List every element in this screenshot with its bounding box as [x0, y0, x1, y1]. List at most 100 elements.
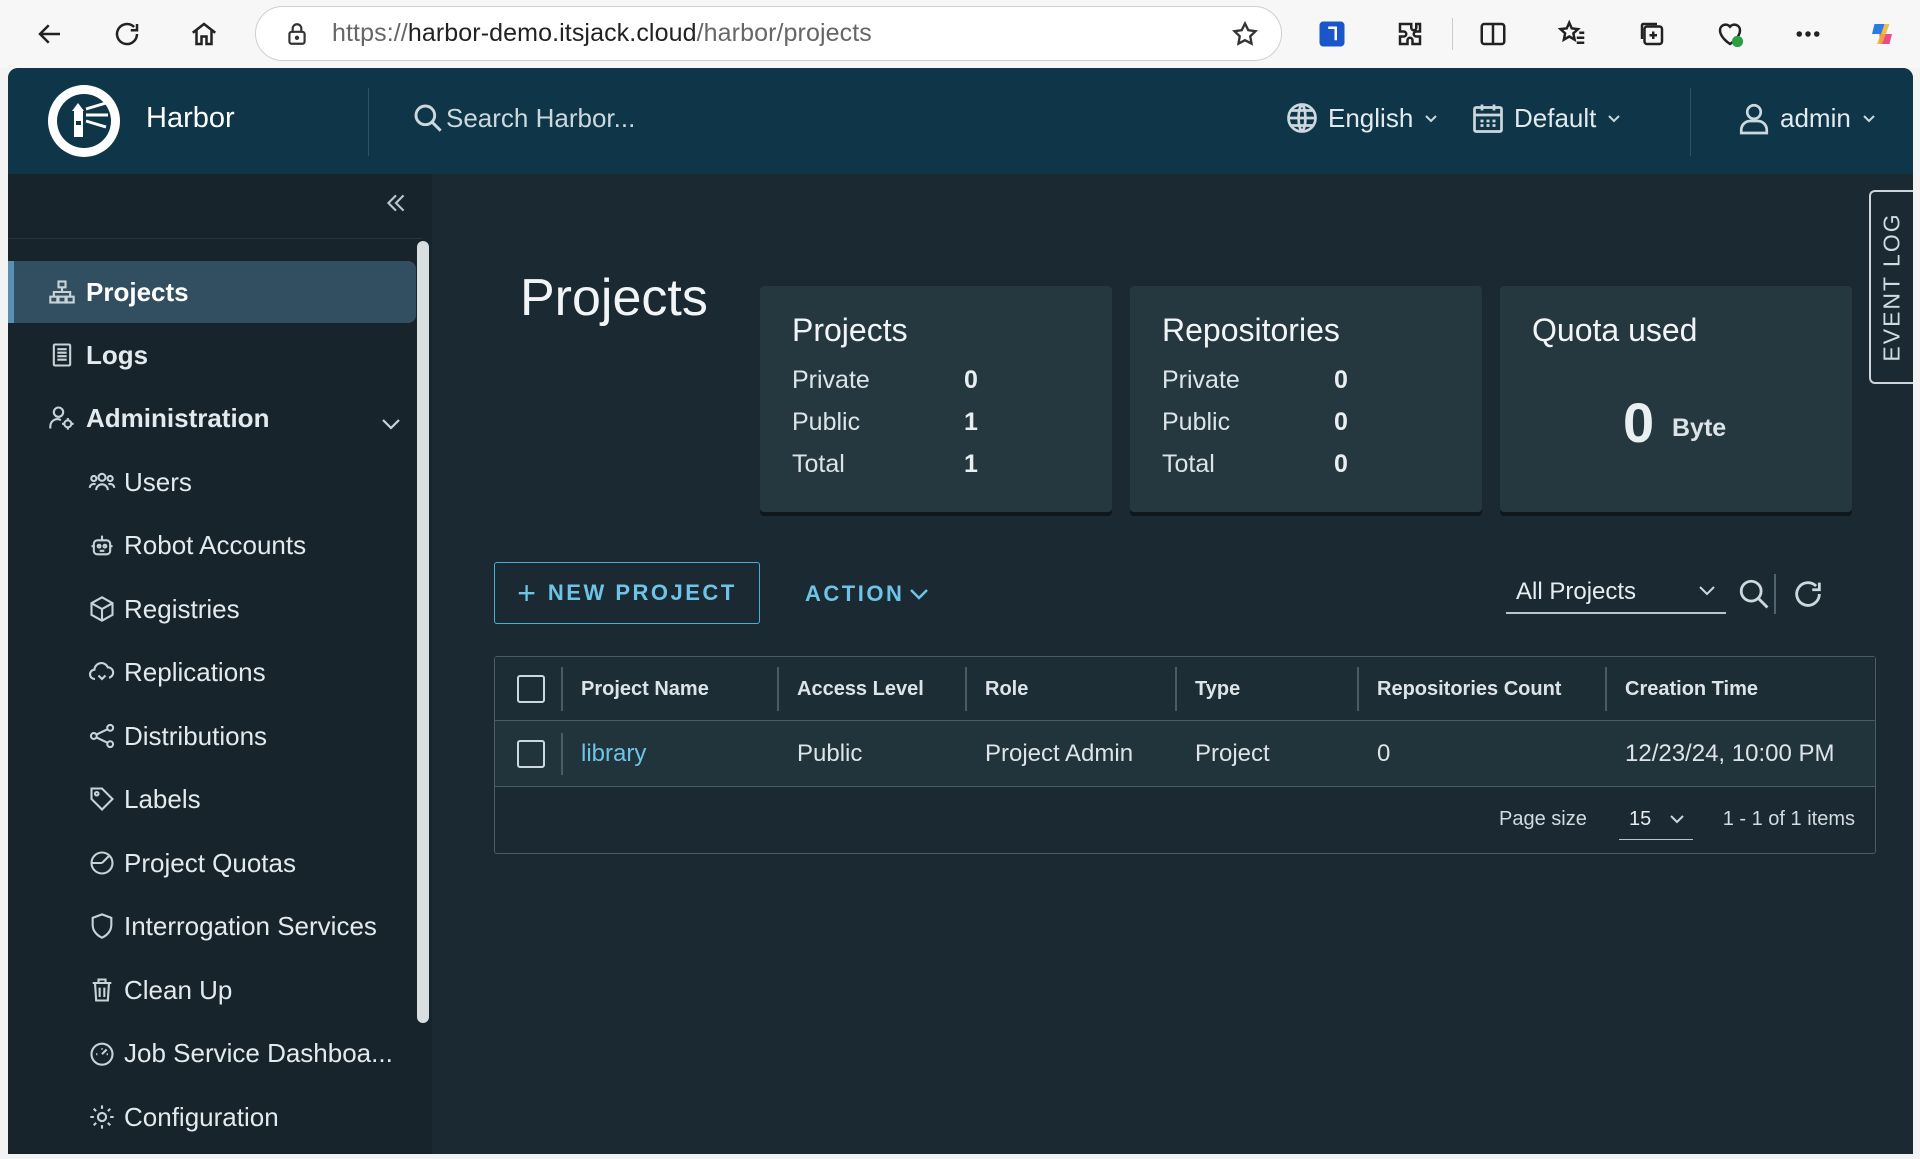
public-label: Public	[1162, 408, 1231, 436]
access-level-cell: Public	[797, 740, 863, 767]
search-input[interactable]: Search Harbor...	[446, 103, 635, 134]
card-title: Projects	[792, 312, 908, 348]
more-menu-icon[interactable]	[1788, 14, 1828, 54]
sidebar-scrollbar[interactable]	[417, 241, 429, 1023]
total-count: 0	[1334, 450, 1348, 478]
logs-icon	[52, 343, 72, 367]
dashboard-icon	[90, 1042, 114, 1066]
sidebar-item-users[interactable]: Users	[8, 451, 416, 513]
sidebar-item-distributions[interactable]: Distributions	[8, 705, 416, 767]
refresh-icon[interactable]	[1788, 574, 1828, 614]
column-header-project-name[interactable]: Project Name	[581, 657, 709, 721]
column-divider[interactable]	[1605, 667, 1607, 711]
sidebar-item-administration[interactable]: Administration	[8, 387, 416, 449]
sidebar-item-label: Logs	[86, 339, 149, 370]
chevron-down-icon	[1425, 115, 1437, 123]
replications-icon	[89, 662, 115, 681]
card-title: Quota used	[1532, 312, 1698, 348]
theme-selector[interactable]: Default	[1470, 100, 1622, 136]
sidebar-item-label: Project Quotas	[124, 847, 296, 878]
column-header-role[interactable]: Role	[985, 657, 1028, 721]
user-menu[interactable]: admin	[1736, 100, 1877, 136]
sidebar-item-label: Distributions	[124, 720, 268, 751]
favorite-star-icon[interactable]	[1231, 20, 1259, 48]
split-screen-icon[interactable]	[1473, 14, 1513, 54]
sidebar-item-label: Robot Accounts	[124, 529, 307, 560]
brand-name[interactable]: Harbor	[146, 102, 235, 135]
sidebar-item-logs[interactable]: Logs	[8, 324, 416, 386]
sidebar-item-job-service-dashboard[interactable]: Job Service Dashboa...	[8, 1022, 416, 1084]
header-divider	[1690, 88, 1691, 156]
language-selector[interactable]: English	[1284, 100, 1439, 136]
column-divider	[561, 733, 563, 775]
user-icon	[1739, 103, 1769, 135]
trash-icon	[92, 978, 112, 1002]
event-log-tab[interactable]: EVENT LOG	[1869, 190, 1913, 384]
private-label: Private	[1162, 366, 1240, 394]
toolbar-divider	[1774, 574, 1776, 614]
column-divider[interactable]	[777, 667, 779, 711]
extensions-icon[interactable]	[1390, 14, 1430, 54]
global-search[interactable]: Search Harbor...	[412, 102, 635, 134]
chevron-down-icon	[1608, 115, 1621, 123]
chevron-down-icon	[910, 589, 929, 600]
page-size-value: 15	[1629, 808, 1652, 830]
new-project-button[interactable]: + NEW PROJECT	[494, 562, 760, 624]
favorites-icon[interactable]	[1553, 14, 1593, 54]
robot-icon	[91, 535, 113, 556]
sidebar-item-labels[interactable]: Labels	[8, 768, 416, 830]
sidebar-item-label: Administration	[86, 402, 270, 433]
sidebar-item-registries[interactable]: Registries	[8, 578, 416, 640]
new-project-label: NEW PROJECT	[547, 580, 737, 605]
event-log-label: EVENT LOG	[1878, 212, 1905, 362]
sidebar-item-label: Interrogation Services	[124, 910, 377, 941]
extension-badge-icon[interactable]	[1312, 14, 1352, 54]
copilot-icon[interactable]	[1862, 14, 1902, 54]
column-header-access-level[interactable]: Access Level	[797, 657, 924, 721]
column-header-creation-time[interactable]: Creation Time	[1625, 657, 1758, 721]
page-size-select[interactable]: 15	[1619, 800, 1693, 840]
harbor-logo[interactable]	[48, 85, 120, 157]
column-header-repositories-count[interactable]: Repositories Count	[1377, 657, 1561, 721]
sidebar-item-label: Clean Up	[124, 974, 233, 1005]
sidebar-item-project-quotas[interactable]: Project Quotas	[8, 832, 416, 894]
sidebar-item-interrogation-services[interactable]: Interrogation Services	[8, 895, 416, 957]
sidebar-item-label: Job Service Dashboa...	[124, 1037, 393, 1068]
project-filter-select[interactable]: All Projects	[1506, 572, 1726, 614]
page-size-label: Page size	[1499, 808, 1587, 830]
select-all-checkbox[interactable]	[517, 675, 545, 703]
lock-icon[interactable]	[284, 21, 310, 47]
collapse-sidebar-icon[interactable]	[383, 190, 413, 220]
sidebar-item-label: Replications	[124, 656, 266, 687]
sidebar-item-configuration[interactable]: Configuration	[8, 1086, 416, 1148]
sidebar: Projects Logs Administration Users Robot…	[8, 174, 432, 1154]
sidebar-item-replications[interactable]: Replications	[8, 641, 416, 703]
address-bar[interactable]: https://harbor-demo.itsjack.cloud/harbor…	[255, 6, 1282, 61]
table-header: Project Name Access Level Role Type Repo…	[495, 657, 1875, 721]
theme-label: Default	[1514, 102, 1597, 133]
collections-icon[interactable]	[1632, 14, 1672, 54]
search-icon[interactable]	[1734, 574, 1774, 614]
back-icon[interactable]	[30, 14, 70, 54]
column-divider[interactable]	[1175, 667, 1177, 711]
browser-essentials-icon[interactable]	[1710, 14, 1750, 54]
sidebar-item-robot-accounts[interactable]: Robot Accounts	[8, 514, 416, 576]
sidebar-item-clean-up[interactable]: Clean Up	[8, 959, 416, 1021]
row-checkbox[interactable]	[517, 740, 545, 768]
action-dropdown[interactable]: ACTION	[805, 574, 930, 614]
project-name-link[interactable]: library	[581, 721, 646, 787]
quota-value: 0	[1623, 391, 1655, 454]
url-text[interactable]: https://harbor-demo.itsjack.cloud/harbor…	[332, 19, 872, 48]
page-title: Projects	[520, 269, 708, 327]
language-label: English	[1328, 102, 1414, 133]
column-divider	[561, 667, 563, 711]
column-header-type[interactable]: Type	[1195, 657, 1240, 721]
sidebar-item-projects[interactable]: Projects	[8, 261, 416, 323]
column-divider[interactable]	[1357, 667, 1359, 711]
home-icon[interactable]	[184, 14, 224, 54]
chevron-down-icon[interactable]	[380, 409, 402, 430]
registries-icon	[90, 596, 114, 622]
header-divider	[368, 88, 369, 156]
refresh-icon[interactable]	[107, 14, 147, 54]
column-divider[interactable]	[965, 667, 967, 711]
